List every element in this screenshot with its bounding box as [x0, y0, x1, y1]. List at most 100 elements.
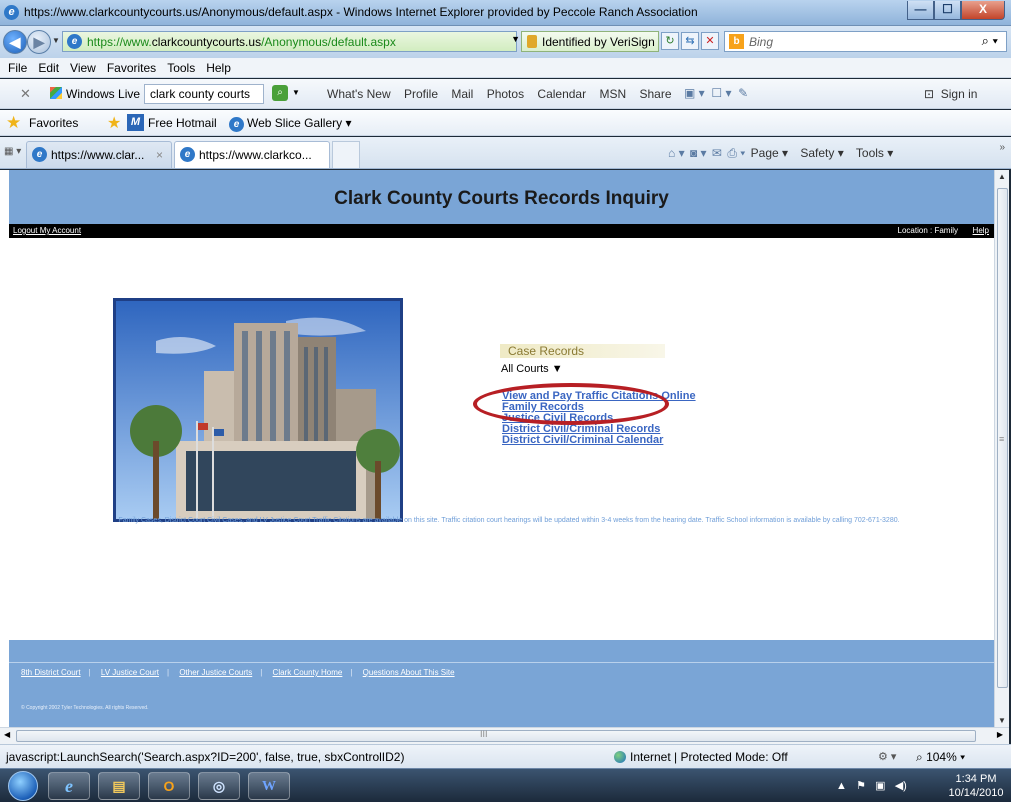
- stop-button[interactable]: ✕: [701, 32, 719, 50]
- horizontal-scrollbar[interactable]: ◀ III ▶: [0, 727, 1009, 744]
- live-link-calendar[interactable]: Calendar: [537, 87, 586, 101]
- menu-edit[interactable]: Edit: [38, 61, 59, 75]
- court-select[interactable]: All Courts ▼: [501, 363, 563, 375]
- start-button[interactable]: [8, 771, 38, 801]
- tab-1[interactable]: e https://www.clar... ×: [26, 141, 172, 168]
- safety-menu[interactable]: Safety ▾: [800, 146, 843, 160]
- security-app-taskbar-icon[interactable]: ◎: [198, 772, 240, 800]
- menu-help[interactable]: Help: [206, 61, 231, 75]
- live-link-photos[interactable]: Photos: [487, 87, 524, 101]
- tab-1-label: https://www.clar...: [51, 148, 145, 162]
- maximize-button[interactable]: ☐: [934, 1, 961, 20]
- forward-button[interactable]: ▶: [27, 30, 51, 54]
- tab-close-icon[interactable]: ×: [156, 148, 163, 162]
- footer-link-lv-justice[interactable]: LV Justice Court: [101, 668, 159, 677]
- close-toolbar-icon[interactable]: ✕: [20, 86, 31, 102]
- network-icon[interactable]: ▣: [875, 780, 885, 792]
- search-box[interactable]: b Bing ⌕ ▾: [724, 31, 1007, 52]
- live-tool-icons[interactable]: ▣ ▾ ☐ ▾ ✎: [684, 86, 748, 100]
- home-icon[interactable]: ⌂ ▾: [668, 146, 685, 160]
- live-link-share[interactable]: Share: [639, 87, 671, 101]
- new-tab-button[interactable]: [332, 141, 360, 168]
- tab-2-active[interactable]: e https://www.clarkco...: [174, 141, 330, 168]
- favorites-button[interactable]: Favorites: [29, 116, 78, 130]
- address-bar[interactable]: e https://www.clarkcountycourts.us/Anony…: [62, 31, 520, 52]
- menu-favorites[interactable]: Favorites: [107, 61, 156, 75]
- footer-divider: [9, 662, 994, 663]
- search-placeholder: Bing: [749, 35, 774, 49]
- account-bar: Logout My Account Location : Family Help: [9, 224, 994, 238]
- live-search-dropdown-icon[interactable]: ▼: [292, 88, 300, 97]
- live-links: What's New Profile Mail Photos Calendar …: [327, 87, 682, 101]
- ie-icon: e: [4, 5, 19, 20]
- compatibility-button[interactable]: ⇆: [681, 32, 699, 50]
- scroll-down-icon[interactable]: ▼: [998, 716, 1006, 725]
- window-title: https://www.clarkcountycourts.us/Anonymo…: [24, 5, 698, 19]
- logout-link[interactable]: Logout My Account: [13, 226, 81, 235]
- favorites-star-icon[interactable]: ★: [6, 113, 21, 133]
- windows-flag-icon: [50, 87, 62, 99]
- security-identity[interactable]: Identified by VeriSign: [521, 31, 659, 52]
- explorer-taskbar-icon[interactable]: ▤: [98, 772, 140, 800]
- link-district-civil-criminal-calendar[interactable]: District Civil/Criminal Calendar: [502, 435, 696, 446]
- word-taskbar-icon[interactable]: W: [248, 772, 290, 800]
- back-button[interactable]: ◀: [3, 30, 27, 54]
- security-zone[interactable]: Internet | Protected Mode: Off: [614, 750, 788, 764]
- address-url[interactable]: https://www.clarkcountycourts.us/Anonymo…: [87, 35, 396, 49]
- outlook-taskbar-icon[interactable]: O: [148, 772, 190, 800]
- scroll-right-icon[interactable]: ▶: [997, 730, 1003, 739]
- windows-live-logo[interactable]: Windows Live: [50, 87, 140, 101]
- live-link-whats-new[interactable]: What's New: [327, 87, 391, 101]
- security-icon[interactable]: ⚙ ▾: [878, 750, 896, 763]
- web-slice-icon: e: [229, 117, 244, 132]
- horizontal-scroll-thumb[interactable]: [16, 730, 976, 742]
- volume-icon[interactable]: ◀): [895, 780, 907, 792]
- footer-link-clark-county-home[interactable]: Clark County Home: [273, 668, 343, 677]
- footer-link-questions[interactable]: Questions About This Site: [363, 668, 455, 677]
- court-select-value: All Courts: [501, 363, 549, 375]
- scroll-up-icon[interactable]: ▲: [998, 172, 1006, 181]
- live-link-mail[interactable]: Mail: [451, 87, 473, 101]
- live-search-button[interactable]: ⌕: [272, 85, 288, 101]
- search-icon[interactable]: ⌕ ▾: [982, 33, 998, 49]
- footer-link-other-justice[interactable]: Other Justice Courts: [179, 668, 252, 677]
- free-hotmail-link[interactable]: Free Hotmail: [148, 116, 217, 130]
- live-search-input[interactable]: clark county courts: [144, 84, 264, 104]
- help-link[interactable]: Help: [973, 226, 989, 235]
- site-footer: 8th District Court | LV Justice Court | Ot…: [9, 640, 994, 727]
- vertical-scrollbar[interactable]: ▲ ≡ ▼: [994, 170, 1009, 727]
- sign-in-icon: ⊡: [924, 87, 935, 101]
- live-link-profile[interactable]: Profile: [404, 87, 438, 101]
- live-link-msn[interactable]: MSN: [599, 87, 626, 101]
- close-button[interactable]: X: [961, 1, 1005, 20]
- recent-pages-dropdown[interactable]: ▼: [52, 36, 60, 45]
- system-tray: ▲ ⚑ ▣ ◀): [836, 779, 907, 792]
- sign-in-link[interactable]: ⊡ Sign in: [924, 87, 977, 101]
- system-clock[interactable]: 1:34 PM 10/14/2010: [946, 772, 1006, 800]
- refresh-button[interactable]: ↻: [661, 32, 679, 50]
- tab-page-icon: e: [180, 147, 195, 162]
- add-favorite-icon[interactable]: ★: [107, 113, 121, 133]
- scroll-left-icon[interactable]: ◀: [4, 730, 10, 739]
- feeds-icon[interactable]: ◙ ▾: [690, 146, 707, 160]
- windows-live-toolbar: ✕ Windows Live clark county courts ⌕ ▼ W…: [0, 79, 1011, 109]
- address-dropdown-icon[interactable]: ▼: [511, 34, 520, 44]
- chevron-more-icon[interactable]: »: [999, 142, 1005, 153]
- scroll-grip-icon: III: [480, 729, 488, 739]
- tools-menu[interactable]: Tools ▾: [856, 146, 893, 160]
- mail-icon[interactable]: ✉: [712, 146, 722, 160]
- quick-tabs-icon[interactable]: ▦ ▾: [4, 146, 21, 157]
- action-center-flag-icon[interactable]: ⚑: [856, 780, 866, 792]
- tray-expand-icon[interactable]: ▲: [836, 780, 847, 792]
- web-slice-gallery-link[interactable]: e Web Slice Gallery ▾: [229, 116, 352, 132]
- minimize-button[interactable]: —: [907, 1, 934, 20]
- menu-view[interactable]: View: [70, 61, 96, 75]
- menu-file[interactable]: File: [8, 61, 27, 75]
- print-icon[interactable]: ⎙ ▾: [727, 146, 745, 160]
- footer-link-8th-district[interactable]: 8th District Court: [21, 668, 81, 677]
- bing-icon: b: [729, 34, 744, 49]
- zoom-control[interactable]: ⌕ 104% ▾: [916, 750, 965, 765]
- internet-explorer-taskbar-icon[interactable]: e: [48, 772, 90, 800]
- page-menu[interactable]: Page ▾: [751, 146, 788, 160]
- menu-tools[interactable]: Tools: [167, 61, 195, 75]
